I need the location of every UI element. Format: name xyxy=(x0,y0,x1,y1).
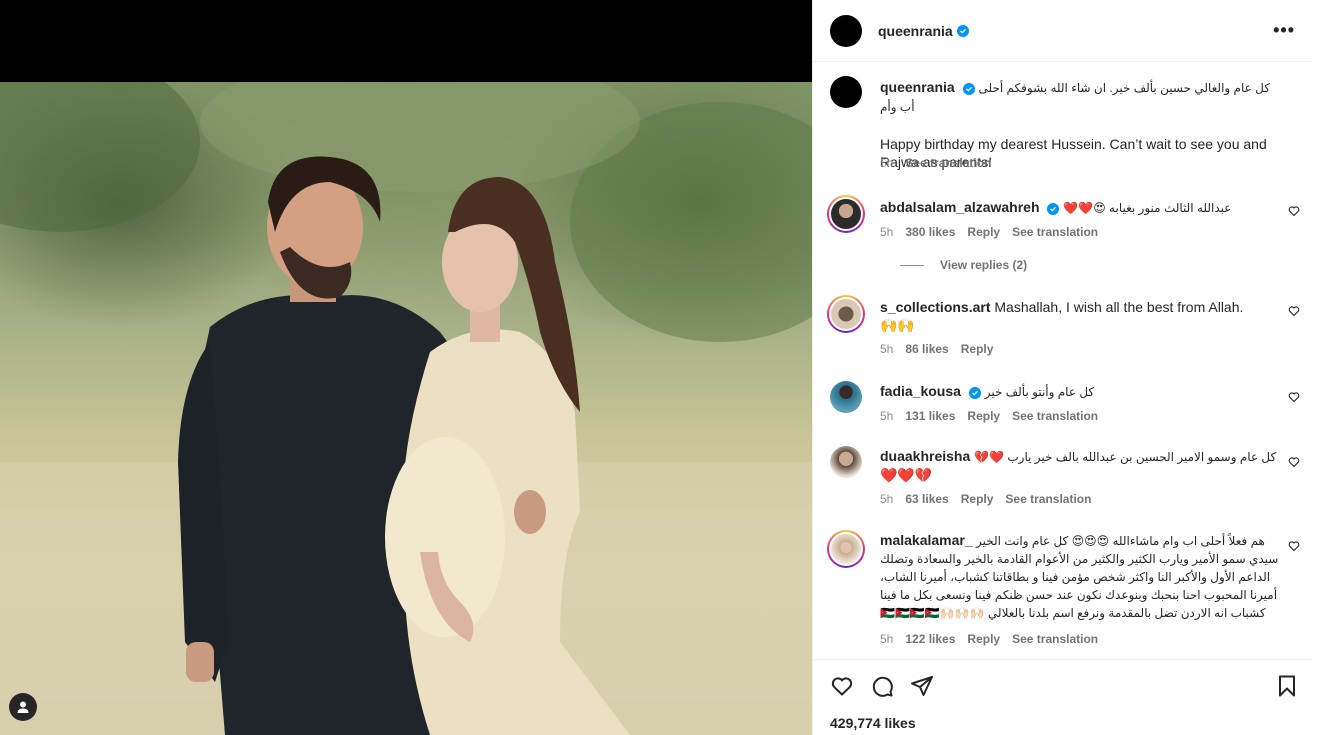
commenter-avatar[interactable] xyxy=(830,446,862,478)
couple-photo-illustration xyxy=(0,82,812,735)
view-replies-label[interactable]: View replies (2) xyxy=(940,258,1027,272)
like-comment-heart-icon[interactable] xyxy=(1288,305,1300,317)
reply-button[interactable]: Reply xyxy=(961,342,994,356)
caption-avatar[interactable] xyxy=(830,76,862,108)
comment-item: duaakhreisha 💔❤️ كل عام وسمو الامير الحس… xyxy=(830,446,1300,516)
comment-text: ❤️❤️😍 عبدالله الثالث منور بغيابه xyxy=(1063,201,1232,215)
comment-content: duaakhreisha 💔❤️ كل عام وسمو الامير الحس… xyxy=(880,447,1280,484)
reply-button[interactable]: Reply xyxy=(961,492,994,506)
user-icon xyxy=(17,701,29,713)
see-translation-link[interactable]: See translation xyxy=(1005,492,1091,506)
comment-username[interactable]: duaakhreisha xyxy=(880,448,970,464)
comment-item: abdalsalam_alzawahreh ❤️❤️😍 عبدالله الثا… xyxy=(827,195,1300,305)
comment-text-emoji: ❤️❤️💔 xyxy=(880,467,933,483)
save-bookmark-icon[interactable] xyxy=(1275,674,1299,698)
comment-likes[interactable]: 131 likes xyxy=(905,409,955,423)
like-heart-icon[interactable] xyxy=(830,674,854,698)
caption-time[interactable]: 5h xyxy=(880,156,893,170)
comment-text-line: هم فعلاً أحلى اب وام ماشاءالله 😍😍😍 كل عا… xyxy=(975,534,1265,548)
comment-text-emoji: 🙌🙌 xyxy=(880,317,915,333)
see-translation-link[interactable]: See translation xyxy=(1012,409,1098,423)
like-comment-heart-icon[interactable] xyxy=(1288,540,1300,552)
post-header: queenrania ••• xyxy=(813,0,1313,62)
comment-username[interactable]: abdalsalam_alzawahreh xyxy=(880,199,1040,215)
commenter-avatar[interactable] xyxy=(827,530,865,568)
comment-content: abdalsalam_alzawahreh ❤️❤️😍 عبدالله الثا… xyxy=(880,198,1280,217)
verified-badge-icon xyxy=(956,24,969,37)
comment-text-line: سيدي سمو الأمير ويارب الكثير والكثير من … xyxy=(880,552,1279,566)
replies-divider xyxy=(900,264,924,266)
comment-text: كل عام وأنتو بألف خير xyxy=(984,385,1095,399)
comment-likes[interactable]: 63 likes xyxy=(905,492,948,506)
comment-content: fadia_kousa كل عام وأنتو بألف خير xyxy=(880,382,1280,401)
author-avatar[interactable] xyxy=(830,14,862,47)
post-likes-count[interactable]: 429,774 likes xyxy=(830,715,916,731)
comment-username[interactable]: s_collections.art xyxy=(880,299,991,315)
comment-bubble-icon[interactable] xyxy=(870,674,894,698)
see-translation-link[interactable]: See translation xyxy=(1012,225,1098,239)
more-options-icon[interactable]: ••• xyxy=(1273,20,1295,41)
comment-likes[interactable]: 86 likes xyxy=(905,342,948,356)
verified-badge-icon xyxy=(1047,203,1060,215)
view-replies-button[interactable]: View replies (2) xyxy=(900,258,1027,272)
verified-badge-icon xyxy=(962,83,975,95)
author-username-text[interactable]: queenrania xyxy=(878,23,953,39)
comment-item: malakalamar_ هم فعلاً أحلى اب وام ماشاءا… xyxy=(827,530,1300,655)
comment-meta: 5h 380 likes Reply See translation xyxy=(880,225,1098,239)
commenter-avatar[interactable] xyxy=(827,295,865,333)
comment-content: s_collections.art Mashallah, I wish all … xyxy=(880,298,1280,334)
comment-text: Mashallah, I wish all the best from Alla… xyxy=(994,299,1244,315)
like-comment-heart-icon[interactable] xyxy=(1288,391,1300,403)
comment-text-line: الداعم الأول والأكبر النا واكثر شخص مؤمن… xyxy=(880,570,1271,584)
like-comment-heart-icon[interactable] xyxy=(1288,205,1300,217)
tagged-users-button[interactable] xyxy=(9,693,37,721)
commenter-avatar[interactable] xyxy=(830,381,862,413)
post-media xyxy=(0,0,812,735)
author-username[interactable]: queenrania xyxy=(878,23,969,39)
verified-badge-icon xyxy=(968,387,981,399)
post-photo[interactable] xyxy=(0,82,812,735)
page-gutter xyxy=(1312,0,1321,735)
comment-time[interactable]: 5h xyxy=(880,409,893,423)
post-sidebar: queenrania ••• queenrania كل عام والغالي… xyxy=(812,0,1313,735)
comment-meta: 5h 86 likes Reply xyxy=(880,342,993,356)
reply-button[interactable]: Reply xyxy=(967,632,1000,646)
comment-likes[interactable]: 122 likes xyxy=(905,632,955,646)
post-actions: 429,774 likes xyxy=(813,659,1313,735)
caption-username[interactable]: queenrania xyxy=(880,79,955,95)
comment-username[interactable]: malakalamar_ xyxy=(880,532,973,548)
comments-list[interactable]: queenrania كل عام والغالي حسين بألف خير.… xyxy=(813,63,1313,659)
caption-meta: 5h See translation xyxy=(880,156,991,170)
comment-time[interactable]: 5h xyxy=(880,492,893,506)
comment-content: malakalamar_ هم فعلاً أحلى اب وام ماشاءا… xyxy=(880,531,1280,622)
comment-time[interactable]: 5h xyxy=(880,632,893,646)
comment-username[interactable]: fadia_kousa xyxy=(880,383,961,399)
comment-item: fadia_kousa كل عام وأنتو بألف خير 5h 131… xyxy=(830,381,1300,431)
see-translation-link[interactable]: See translation xyxy=(905,156,991,170)
comment-time[interactable]: 5h xyxy=(880,342,893,356)
comment-meta: 5h 131 likes Reply See translation xyxy=(880,409,1098,423)
see-translation-link[interactable]: See translation xyxy=(1012,632,1098,646)
reply-button[interactable]: Reply xyxy=(967,225,1000,239)
comment-meta: 5h 63 likes Reply See translation xyxy=(880,492,1091,506)
commenter-avatar[interactable] xyxy=(827,195,865,233)
like-comment-heart-icon[interactable] xyxy=(1288,456,1300,468)
comment-time[interactable]: 5h xyxy=(880,225,893,239)
comment-likes[interactable]: 380 likes xyxy=(905,225,955,239)
comment-text-line: أميرنا المحبوب احنا بنحبك وبنوعدك نكون ع… xyxy=(880,588,1278,602)
comment-item: s_collections.art Mashallah, I wish all … xyxy=(827,295,1300,365)
reply-button[interactable]: Reply xyxy=(967,409,1000,423)
share-paper-plane-icon[interactable] xyxy=(910,674,934,698)
comment-text-line: كشباب انه الاردن تضل بالمقدمة ونرفع اسم … xyxy=(880,606,1266,620)
caption-row: queenrania كل عام والغالي حسين بألف خير.… xyxy=(830,76,1300,186)
comment-text: 💔❤️ كل عام وسمو الامير الحسين بن عبدالله… xyxy=(974,450,1277,464)
comment-meta: 5h 122 likes Reply See translation xyxy=(880,632,1098,646)
